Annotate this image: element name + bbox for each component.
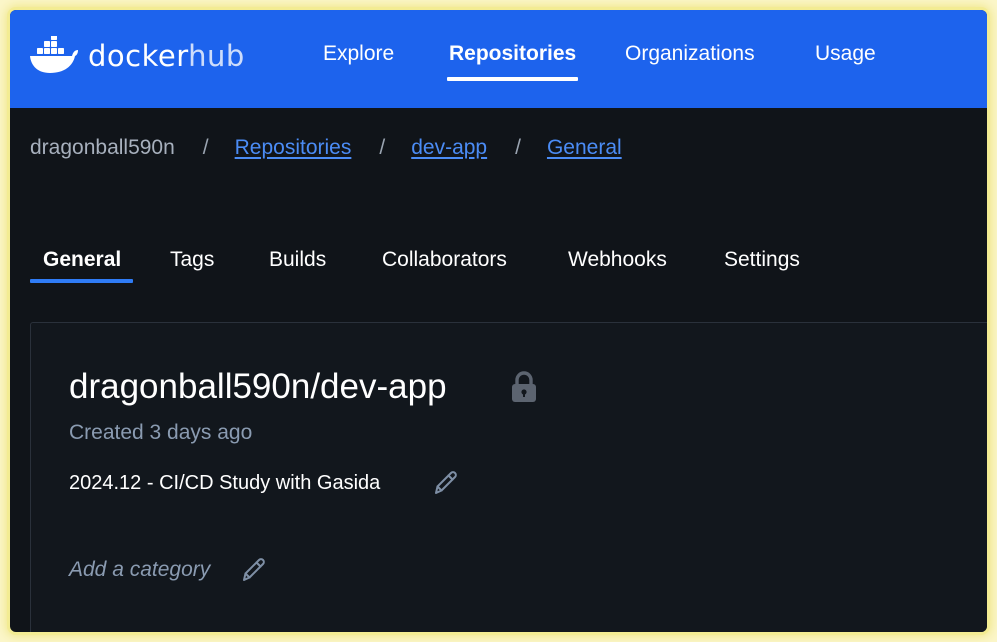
tab-tags[interactable]: Tags xyxy=(170,246,214,274)
docker-whale-icon xyxy=(30,36,78,73)
pencil-icon[interactable] xyxy=(238,554,270,586)
nav-active-indicator xyxy=(447,77,579,81)
tab-webhooks[interactable]: Webhooks xyxy=(568,246,667,274)
breadcrumb: dragonball590n / Repositories / dev-app … xyxy=(30,134,622,162)
breadcrumb-link-repositories[interactable]: Repositories xyxy=(235,134,352,162)
breadcrumb-separator: / xyxy=(202,136,209,159)
tab-label: Builds xyxy=(269,248,327,271)
tab-collaborators[interactable]: Collaborators xyxy=(382,246,507,274)
nav-label: Usage xyxy=(815,42,876,65)
tab-label: Settings xyxy=(724,248,800,271)
app-window: dockerhub Explore Repositories Organizat… xyxy=(10,10,987,632)
brand-hub-text: hub xyxy=(188,39,245,73)
docker-hub-logo[interactable]: dockerhub xyxy=(28,36,245,76)
breadcrumb-link-dev-app[interactable]: dev-app xyxy=(411,134,487,162)
repo-created-date: Created 3 days ago xyxy=(69,421,253,444)
repo-description: 2024.12 - CI/CD Study with Gasida xyxy=(69,472,381,494)
nav-label: Repositories xyxy=(449,42,577,65)
tab-label: Collaborators xyxy=(382,248,507,271)
tab-label: Webhooks xyxy=(568,248,667,271)
top-nav-bar: dockerhub Explore Repositories Organizat… xyxy=(10,10,987,108)
tab-general[interactable]: General xyxy=(43,246,121,274)
breadcrumb-separator: / xyxy=(379,136,386,159)
nav-organizations[interactable]: Organizations xyxy=(625,40,755,78)
lock-icon xyxy=(512,371,536,402)
nav-label: Explore xyxy=(323,42,395,65)
tab-label: General xyxy=(43,248,122,271)
nav-label: Organizations xyxy=(625,42,755,65)
nav-explore[interactable]: Explore xyxy=(323,40,394,78)
pencil-icon[interactable] xyxy=(430,467,462,499)
nav-usage[interactable]: Usage xyxy=(815,40,876,78)
breadcrumb-separator: / xyxy=(515,136,521,159)
nav-repositories[interactable]: Repositories xyxy=(447,40,579,81)
brand-wordmark: dockerhub xyxy=(88,39,245,73)
tab-label: Tags xyxy=(170,248,215,271)
tab-builds[interactable]: Builds xyxy=(269,246,326,274)
tab-settings[interactable]: Settings xyxy=(724,246,800,274)
breadcrumb-user: dragonball590n xyxy=(30,136,175,159)
tab-active-indicator xyxy=(30,279,133,283)
repo-title: dragonball590n/dev-app xyxy=(69,367,447,406)
breadcrumb-link-general[interactable]: General xyxy=(547,134,622,162)
add-category-link[interactable]: Add a category xyxy=(69,556,210,584)
brand-docker-text: docker xyxy=(88,39,189,73)
